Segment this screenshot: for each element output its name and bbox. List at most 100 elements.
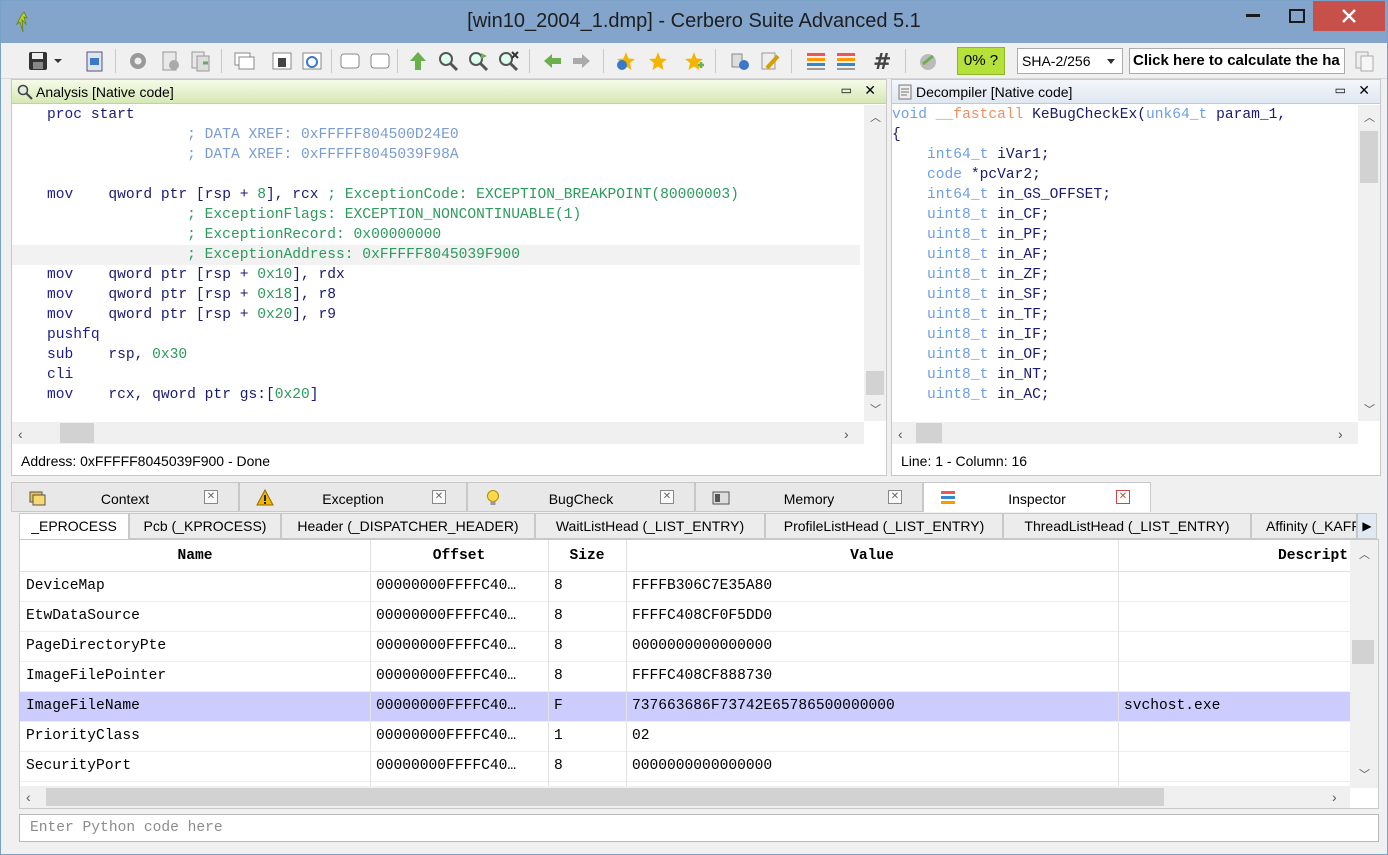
analysis-vertical-scrollbar[interactable]: ︿ ﹀ (864, 105, 886, 421)
scroll-thumb[interactable] (1360, 131, 1378, 183)
close-pane-button[interactable]: ✕ (864, 82, 876, 99)
close-tab-icon[interactable]: ✕ (888, 490, 902, 504)
scroll-right-icon[interactable]: › (844, 426, 849, 442)
var-name: in_ZF; (997, 267, 1050, 283)
magnifier-next-icon (469, 52, 489, 72)
table-row[interactable]: EtwDataSource 00000000FFFFC40… 8 FFFFC408CF… (20, 602, 1350, 632)
window-layout-button[interactable] (231, 48, 257, 74)
new-file-icon (162, 51, 179, 71)
copy-file-button[interactable] (187, 48, 213, 74)
hash-button[interactable]: # (869, 48, 895, 74)
forward-button[interactable] (569, 48, 595, 74)
table-row[interactable]: PageDirectoryPte 00000000FFFFC40… 8 0000000… (20, 632, 1350, 662)
bookmark-add-button[interactable] (405, 48, 431, 74)
subtab-header[interactable]: Header (_DISPATCHER_HEADER) (281, 513, 535, 539)
progress-indicator[interactable]: 0% ? (957, 47, 1005, 75)
subtab-waitlisthead[interactable]: WaitListHead (_LIST_ENTRY) (535, 513, 765, 539)
table-vertical-scrollbar[interactable]: ︿ ﹀ (1350, 540, 1378, 788)
find-next-button[interactable] (465, 48, 491, 74)
column-header-value[interactable]: Value (626, 548, 1118, 564)
app-window: [win10_2004_1.dmp] - Cerbero Suite Advan… (0, 0, 1388, 855)
decompiler-view[interactable]: void __fastcall KeBugCheckEx(unk64_t par… (892, 105, 1356, 407)
favorite-add-button[interactable] (681, 48, 707, 74)
scroll-thumb[interactable] (1352, 640, 1374, 664)
close-tab-icon[interactable]: ✕ (660, 490, 674, 504)
copy-hash-button[interactable] (1351, 48, 1377, 74)
scroll-right-icon[interactable]: › (1338, 426, 1343, 442)
hash-algorithm-select[interactable]: SHA-2/256 (1017, 48, 1123, 74)
open-button[interactable] (81, 48, 107, 74)
scroll-thumb[interactable] (46, 788, 1164, 806)
close-tab-icon[interactable]: ✕ (1116, 490, 1130, 504)
close-tab-icon[interactable]: ✕ (432, 490, 446, 504)
operand: ], rcx (266, 187, 319, 203)
column-header-name[interactable]: Name (20, 548, 370, 564)
scroll-up-icon[interactable]: ︿ (870, 109, 881, 125)
find-button[interactable] (435, 48, 461, 74)
view-button-1[interactable] (337, 48, 363, 74)
scroll-left-icon[interactable]: ‹ (898, 426, 903, 442)
column-header-description[interactable]: Descript (1118, 548, 1350, 564)
scroll-thumb[interactable] (60, 423, 94, 443)
favorite-go-button[interactable] (613, 48, 639, 74)
tab-inspector[interactable]: Inspector ✕ (923, 482, 1151, 512)
scroll-thumb[interactable] (866, 371, 884, 395)
hex-view-button[interactable] (803, 48, 829, 74)
subtab-affinity[interactable]: Affinity (_KAFFIN (1251, 513, 1357, 539)
hash-calculate-field[interactable]: Click here to calculate the ha (1129, 48, 1345, 74)
column-header-size[interactable]: Size (548, 548, 626, 564)
subtab-threadlisthead[interactable]: ThreadListHead (_LIST_ENTRY) (1003, 513, 1251, 539)
close-pane-button[interactable]: ✕ (1358, 82, 1370, 99)
save-button[interactable] (25, 48, 65, 74)
new-file-button[interactable] (157, 48, 183, 74)
settings-button[interactable] (125, 48, 151, 74)
python-input[interactable] (20, 815, 1378, 841)
float-pane-button[interactable]: ▭ (841, 83, 852, 97)
scroll-left-icon[interactable]: ‹ (26, 789, 31, 805)
subtab-eprocess[interactable]: _EPROCESS (19, 513, 129, 539)
column-header-offset[interactable]: Offset (370, 548, 548, 564)
hex-view-button-2[interactable] (833, 48, 859, 74)
scroll-thumb[interactable] (916, 423, 942, 443)
scroll-down-icon[interactable]: ﹀ (1359, 766, 1370, 782)
decompiler-vertical-scrollbar[interactable]: ︿ ﹀ (1358, 105, 1380, 421)
subtab-pcb[interactable]: Pcb (_KPROCESS) (129, 513, 281, 539)
tab-memory[interactable]: Memory ✕ (695, 482, 923, 512)
scroll-up-icon[interactable]: ︿ (1364, 109, 1375, 125)
table-row[interactable]: ImageFileName 00000000FFFFC40… F 737663686F… (20, 692, 1350, 722)
close-tab-icon[interactable]: ✕ (204, 490, 218, 504)
scroll-right-icon[interactable]: › (1332, 789, 1337, 805)
tab-bugcheck[interactable]: BugCheck ✕ (467, 482, 695, 512)
tab-exception[interactable]: Exception ✕ (239, 482, 467, 512)
table-row[interactable]: DeviceMap 00000000FFFFC40… 8 FFFFB306C7E35A… (20, 572, 1350, 602)
scroll-up-icon[interactable]: ︿ (1359, 546, 1370, 562)
subtab-profilelisthead[interactable]: ProfileListHead (_LIST_ENTRY) (765, 513, 1003, 539)
tools-button[interactable] (727, 48, 753, 74)
table-row[interactable]: SecurityPort 00000000FFFFC40… 8 00000000000… (20, 752, 1350, 782)
float-pane-button[interactable]: ▭ (1335, 83, 1346, 97)
var-name: in_SF; (997, 287, 1050, 303)
save-layout-button[interactable] (269, 48, 295, 74)
analysis-horizontal-scrollbar[interactable]: ‹ › (12, 422, 864, 444)
carbon-button[interactable] (915, 48, 941, 74)
decompiler-horizontal-scrollbar[interactable]: ‹ › (892, 422, 1358, 444)
table-horizontal-scrollbar[interactable]: ‹ › (20, 786, 1350, 808)
edit-button[interactable] (757, 48, 783, 74)
disassembly-view[interactable]: proc start ; DATA XREF: 0xFFFFF804500D24… (12, 105, 860, 407)
back-button[interactable] (539, 48, 565, 74)
code-line: ; ExceptionRecord: 0x00000000 (12, 225, 860, 245)
minimize-button[interactable] (1231, 1, 1275, 31)
find-clear-button[interactable] (495, 48, 521, 74)
close-window-button[interactable] (1313, 1, 1385, 31)
tab-context[interactable]: Context ✕ (11, 482, 239, 512)
table-row[interactable]: PriorityClass 00000000FFFFC40… 1 02 (20, 722, 1350, 752)
scroll-down-icon[interactable]: ﹀ (1364, 401, 1375, 417)
scroll-down-icon[interactable]: ﹀ (870, 401, 881, 417)
favorite-button[interactable] (645, 48, 671, 74)
table-row[interactable]: ImageFilePointer 00000000FFFFC40… 8 FFFFC40… (20, 662, 1350, 692)
cell-value: FFFFB306C7E35A80 (632, 578, 773, 594)
refresh-layout-button[interactable] (299, 48, 325, 74)
view-button-2[interactable] (367, 48, 393, 74)
scroll-left-icon[interactable]: ‹ (18, 426, 23, 442)
subtab-scroll-right-button[interactable]: ▶ (1357, 513, 1377, 539)
